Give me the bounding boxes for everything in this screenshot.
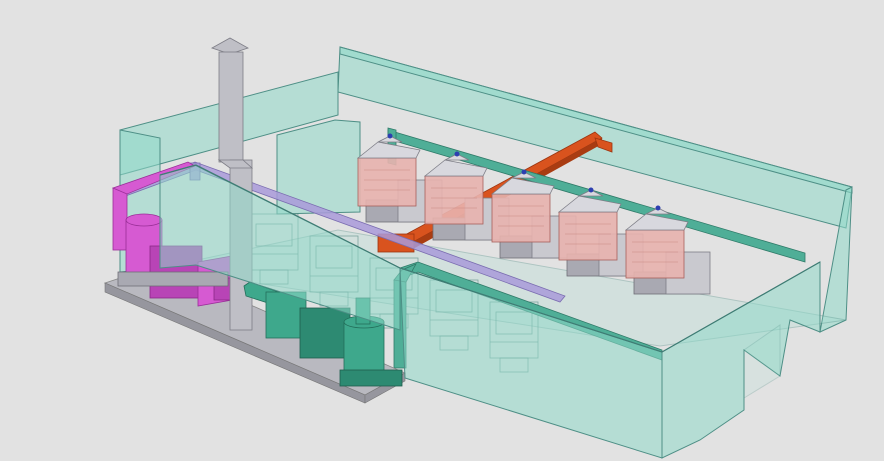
teal-filter-box	[299, 307, 351, 359]
stack-pipe-upper	[218, 51, 244, 163]
magenta-tower-cap	[125, 213, 163, 227]
duct-fitting-icon	[655, 205, 661, 211]
machine-5	[624, 205, 711, 295]
duct-fitting-icon	[588, 187, 594, 193]
duct-fitting-icon	[387, 133, 393, 139]
exhaust-hood	[625, 229, 685, 279]
exhaust-hood	[357, 157, 417, 207]
teal-unit-base	[339, 369, 403, 387]
duct-fitting-icon	[454, 151, 460, 157]
rear-wall-top-lip	[339, 46, 853, 194]
exhaust-hood	[558, 211, 618, 261]
exhaust-hood	[424, 175, 484, 225]
duct-fitting-icon	[521, 169, 527, 175]
plant-3d-model	[103, 37, 853, 459]
cad-viewport[interactable]	[0, 0, 884, 461]
exhaust-hood	[491, 193, 551, 243]
magenta-duct-riser	[112, 187, 128, 251]
magenta-unit-base	[117, 271, 229, 287]
